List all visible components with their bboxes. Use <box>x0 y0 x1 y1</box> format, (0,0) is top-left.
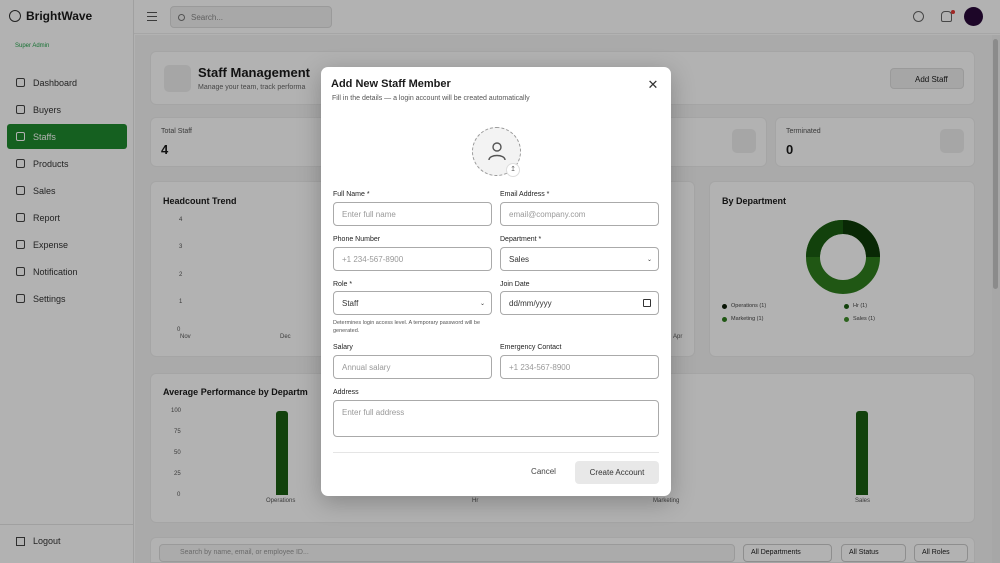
role-hint: Determines login access level. A tempora… <box>333 320 481 334</box>
modal-subtitle: Fill in the details — a login account wi… <box>332 95 530 102</box>
join-date-input[interactable]: dd/mm/yyyy <box>500 291 659 315</box>
full-name-input[interactable]: Enter full name <box>333 202 492 226</box>
close-icon[interactable]: ✕ <box>646 78 660 92</box>
email-input[interactable]: email@company.com <box>500 202 659 226</box>
chevron-down-icon: ⌄ <box>479 301 485 307</box>
create-account-button[interactable]: Create Account <box>575 461 659 484</box>
cancel-button[interactable]: Cancel <box>521 462 566 482</box>
salary-input[interactable]: Annual salary <box>333 355 492 379</box>
phone-input[interactable]: +1 234-567-8900 <box>333 247 492 271</box>
user-icon <box>488 142 506 161</box>
role-label: Role * <box>333 281 353 288</box>
modal-title: Add New Staff Member <box>331 78 451 90</box>
department-select[interactable]: Sales ⌄ <box>500 247 659 271</box>
emergency-input[interactable]: +1 234-567-8900 <box>500 355 659 379</box>
address-textarea[interactable]: Enter full address <box>333 400 659 437</box>
role-select[interactable]: Staff ⌄ <box>333 291 492 315</box>
join-date-label: Join Date <box>500 281 530 288</box>
add-staff-modal: Add New Staff Member Fill in the details… <box>321 67 671 496</box>
phone-label: Phone Number <box>333 236 381 243</box>
upload-icon[interactable]: ↥ <box>506 163 520 177</box>
chevron-down-icon: ⌄ <box>646 257 652 263</box>
salary-label: Salary <box>333 344 353 351</box>
modal-divider <box>333 452 659 453</box>
emergency-label: Emergency Contact <box>500 344 562 351</box>
email-label: Email Address * <box>500 191 550 198</box>
department-label: Department * <box>500 236 542 243</box>
calendar-icon <box>643 299 651 307</box>
address-label: Address <box>333 389 359 396</box>
full-name-label: Full Name * <box>333 191 370 198</box>
